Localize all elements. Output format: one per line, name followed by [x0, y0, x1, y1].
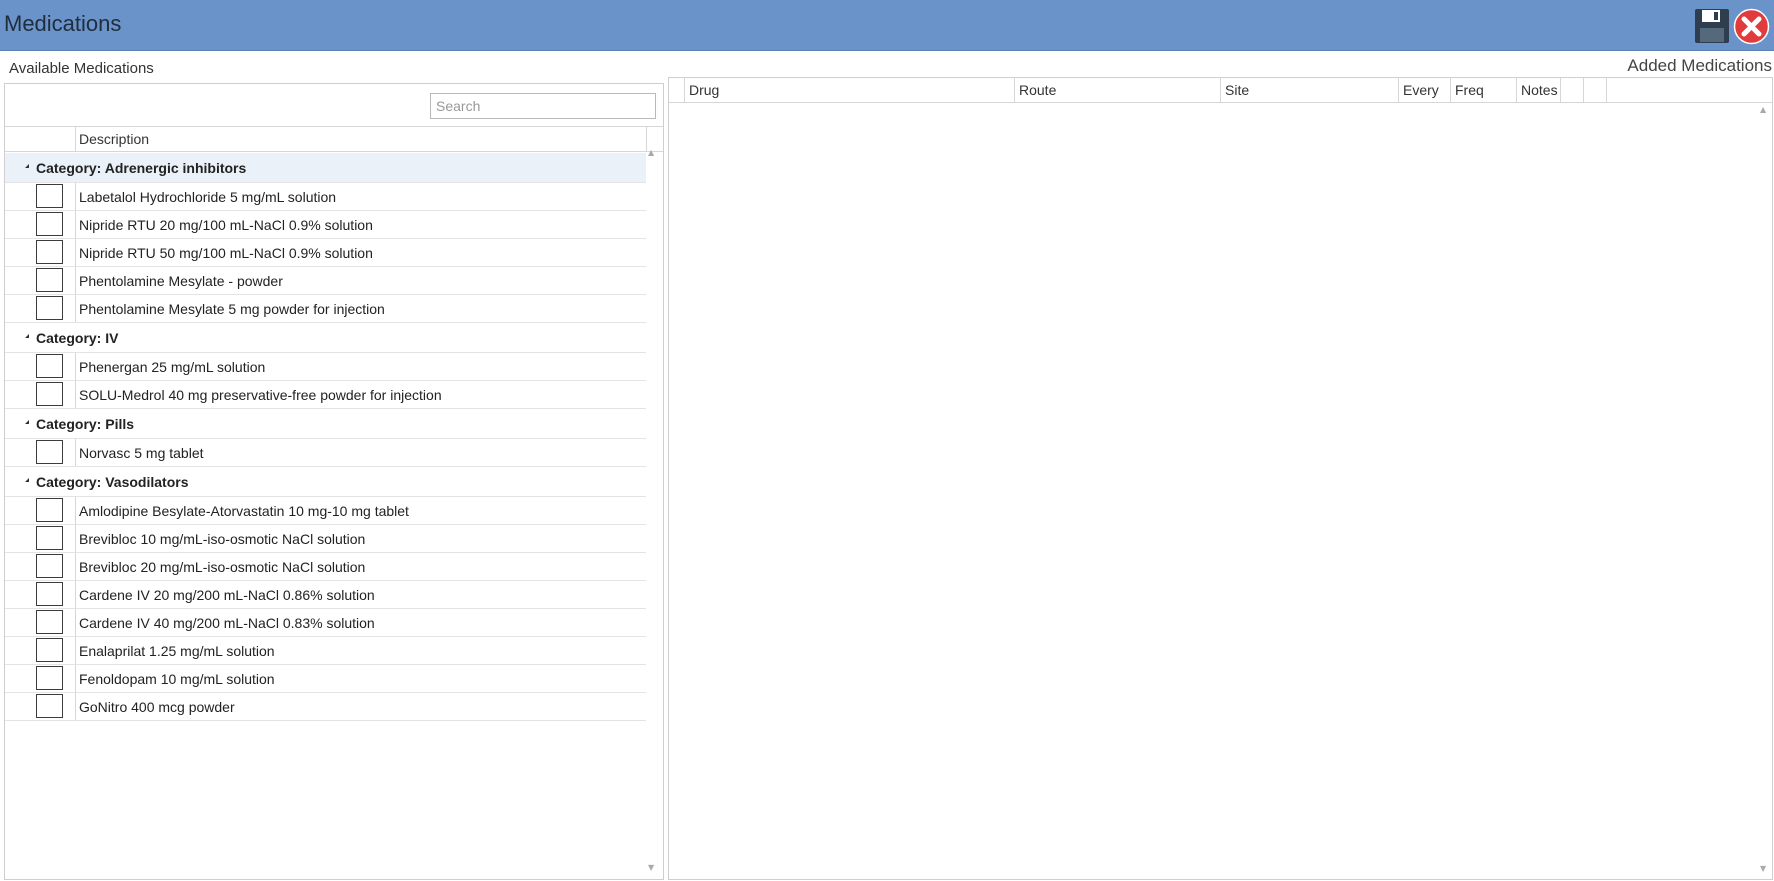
- medication-checkbox[interactable]: [36, 184, 63, 208]
- grip-column-header[interactable]: [669, 78, 684, 102]
- medication-row[interactable]: Cardene IV 40 mg/200 mL-NaCl 0.83% solut…: [5, 609, 646, 637]
- medication-row[interactable]: Brevibloc 20 mg/mL-iso-osmotic NaCl solu…: [5, 553, 646, 581]
- medication-checkbox[interactable]: [36, 666, 63, 690]
- extra-column-header[interactable]: [1560, 78, 1583, 102]
- extra-column-header[interactable]: [1583, 78, 1606, 102]
- route-column-header[interactable]: Route: [1014, 78, 1220, 102]
- collapse-arrow-icon[interactable]: [25, 164, 29, 168]
- medication-row[interactable]: Brevibloc 10 mg/mL-iso-osmotic NaCl solu…: [5, 525, 646, 553]
- medication-description: Cardene IV 20 mg/200 mL-NaCl 0.86% solut…: [79, 587, 375, 603]
- medication-checkbox[interactable]: [36, 582, 63, 606]
- medication-checkbox[interactable]: [36, 268, 63, 292]
- category-row[interactable]: Category: Vasodilators: [5, 467, 646, 497]
- scroll-up-arrow-icon[interactable]: ▲: [648, 148, 654, 157]
- close-icon: [1733, 8, 1770, 45]
- window-title: Medications: [4, 11, 122, 36]
- category-label: Category: Adrenergic inhibitors: [36, 160, 247, 176]
- available-medications-panel: Description Category: Adrenergic inhibit…: [4, 83, 664, 880]
- medication-description: Nipride RTU 50 mg/100 mL-NaCl 0.9% solut…: [79, 245, 373, 261]
- medication-row[interactable]: Amlodipine Besylate-Atorvastatin 10 mg-1…: [5, 497, 646, 525]
- medication-checkbox[interactable]: [36, 526, 63, 550]
- medication-row[interactable]: GoNitro 400 mcg powder: [5, 693, 646, 721]
- medication-description: Fenoldopam 10 mg/mL solution: [79, 671, 275, 687]
- scroll-up-arrow-icon[interactable]: ▲: [1760, 105, 1766, 114]
- available-grid-header: Description: [5, 126, 663, 152]
- medication-description: SOLU-Medrol 40 mg preservative-free powd…: [79, 387, 442, 403]
- added-grid-header: Drug Route Site Every Freq Notes: [669, 78, 1772, 103]
- medication-checkbox[interactable]: [36, 440, 63, 464]
- collapse-arrow-icon[interactable]: [25, 478, 29, 482]
- medication-row[interactable]: Enalaprilat 1.25 mg/mL solution: [5, 637, 646, 665]
- column-divider: [646, 127, 647, 151]
- category-label: Category: Vasodilators: [36, 474, 189, 490]
- medication-checkbox[interactable]: [36, 638, 63, 662]
- medication-row[interactable]: Nipride RTU 20 mg/100 mL-NaCl 0.9% solut…: [5, 211, 646, 239]
- site-column-header[interactable]: Site: [1220, 78, 1398, 102]
- save-button[interactable]: [1694, 8, 1730, 44]
- medication-description: Cardene IV 40 mg/200 mL-NaCl 0.83% solut…: [79, 615, 375, 631]
- medication-description: Norvasc 5 mg tablet: [79, 445, 204, 461]
- notes-column-header[interactable]: Notes: [1516, 78, 1560, 102]
- category-label: Category: IV: [36, 330, 119, 346]
- available-medications-label: Available Medications: [9, 60, 154, 77]
- medication-description: Labetalol Hydrochloride 5 mg/mL solution: [79, 189, 337, 205]
- medication-description: Phentolamine Mesylate 5 mg powder for in…: [79, 301, 385, 317]
- category-row[interactable]: Category: Pills: [5, 409, 646, 439]
- medication-description: Brevibloc 10 mg/mL-iso-osmotic NaCl solu…: [79, 531, 366, 547]
- medication-row[interactable]: SOLU-Medrol 40 mg preservative-free powd…: [5, 381, 646, 409]
- medication-checkbox[interactable]: [36, 498, 63, 522]
- medication-checkbox[interactable]: [36, 212, 63, 236]
- medication-row[interactable]: Phentolamine Mesylate 5 mg powder for in…: [5, 295, 646, 323]
- scroll-down-arrow-icon[interactable]: ▼: [648, 863, 654, 872]
- description-column-header[interactable]: Description: [79, 131, 149, 147]
- freq-column-header[interactable]: Freq: [1450, 78, 1516, 102]
- close-button[interactable]: [1733, 8, 1770, 45]
- collapse-arrow-icon[interactable]: [25, 420, 29, 424]
- category-label: Category: Pills: [36, 416, 135, 432]
- medication-checkbox[interactable]: [36, 240, 63, 264]
- medication-description: Nipride RTU 20 mg/100 mL-NaCl 0.9% solut…: [79, 217, 373, 233]
- medication-description: Phenergan 25 mg/mL solution: [79, 359, 266, 375]
- scroll-down-arrow-icon[interactable]: ▼: [1760, 864, 1766, 873]
- title-bar: Medications: [0, 0, 1774, 51]
- medication-checkbox[interactable]: [36, 296, 63, 320]
- medication-checkbox[interactable]: [36, 610, 63, 634]
- medication-description: Phentolamine Mesylate - powder: [79, 273, 283, 289]
- medication-row[interactable]: Labetalol Hydrochloride 5 mg/mL solution: [5, 183, 646, 211]
- medication-description: Brevibloc 20 mg/mL-iso-osmotic NaCl solu…: [79, 559, 366, 575]
- collapse-arrow-icon[interactable]: [25, 334, 29, 338]
- extra-column-header[interactable]: [1606, 78, 1629, 102]
- medication-checkbox[interactable]: [36, 694, 63, 718]
- medication-checkbox[interactable]: [36, 554, 63, 578]
- category-row[interactable]: Category: IV: [5, 323, 646, 353]
- medication-row[interactable]: Phenergan 25 mg/mL solution: [5, 353, 646, 381]
- added-medications-label: Added Medications: [1627, 56, 1772, 75]
- medication-checkbox[interactable]: [36, 382, 63, 406]
- added-medications-panel: Drug Route Site Every Freq Notes ▲ ▼: [668, 77, 1773, 880]
- available-medications-list: Category: Adrenergic inhibitors Labetalol…: [5, 153, 646, 721]
- medication-row[interactable]: Norvasc 5 mg tablet: [5, 439, 646, 467]
- medication-description: GoNitro 400 mcg powder: [79, 699, 235, 715]
- medication-row[interactable]: Nipride RTU 50 mg/100 mL-NaCl 0.9% solut…: [5, 239, 646, 267]
- category-row[interactable]: Category: Adrenergic inhibitors: [5, 153, 646, 183]
- drug-column-header[interactable]: Drug: [684, 78, 1014, 102]
- medication-row[interactable]: Phentolamine Mesylate - powder: [5, 267, 646, 295]
- medication-description: Amlodipine Besylate-Atorvastatin 10 mg-1…: [79, 503, 409, 519]
- medication-row[interactable]: Cardene IV 20 mg/200 mL-NaCl 0.86% solut…: [5, 581, 646, 609]
- medication-description: Enalaprilat 1.25 mg/mL solution: [79, 643, 275, 659]
- medication-row[interactable]: Fenoldopam 10 mg/mL solution: [5, 665, 646, 693]
- save-icon: [1695, 9, 1729, 43]
- every-column-header[interactable]: Every: [1398, 78, 1450, 102]
- medication-checkbox[interactable]: [36, 354, 63, 378]
- select-column-header[interactable]: [5, 127, 76, 151]
- search-input[interactable]: [430, 93, 656, 119]
